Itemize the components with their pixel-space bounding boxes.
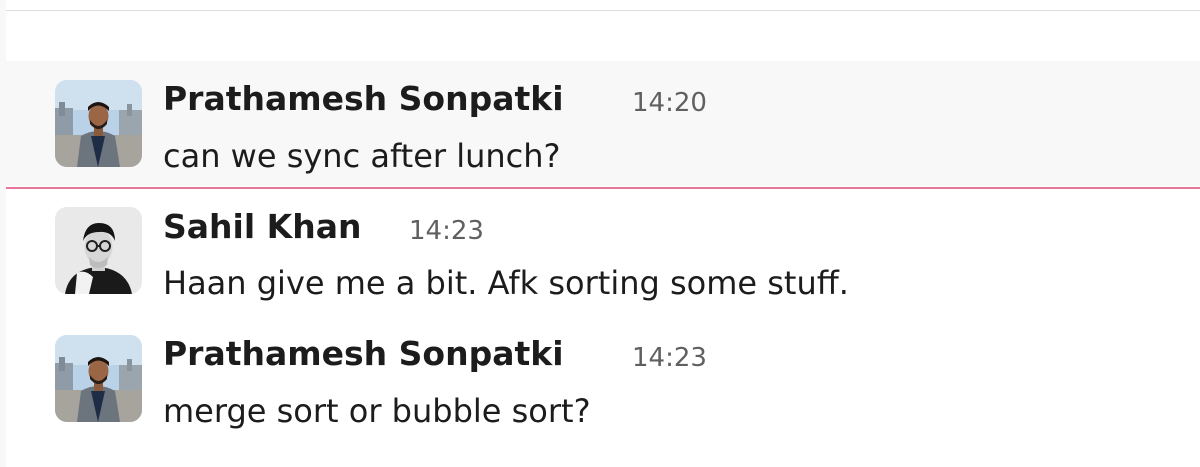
- avatar[interactable]: [55, 207, 142, 294]
- timestamp[interactable]: 14:20: [632, 83, 707, 123]
- message-text: can we sync after lunch?: [163, 137, 561, 175]
- avatar-photo-icon: [55, 80, 142, 167]
- sender-name[interactable]: Prathamesh Sonpatki: [163, 334, 564, 374]
- avatar-photo-icon: [55, 207, 142, 294]
- message-row[interactable]: Prathamesh Sonpatki 14:23 merge sort or …: [6, 316, 1200, 441]
- message-text: Haan give me a bit. Afk sorting some stu…: [163, 264, 849, 302]
- avatar[interactable]: [55, 80, 142, 167]
- message-row[interactable]: Prathamesh Sonpatki 14:20 can we sync af…: [6, 61, 1200, 186]
- message-text: merge sort or bubble sort?: [163, 392, 591, 430]
- message-row[interactable]: Sahil Khan 14:23 Haan give me a bit. Afk…: [6, 189, 1200, 314]
- top-divider: [0, 0, 1200, 11]
- timestamp[interactable]: 14:23: [632, 338, 707, 378]
- timestamp[interactable]: 14:23: [409, 211, 484, 251]
- sender-name[interactable]: Prathamesh Sonpatki: [163, 79, 564, 119]
- sender-name[interactable]: Sahil Khan: [163, 207, 361, 247]
- avatar-photo-icon: [55, 335, 142, 422]
- avatar[interactable]: [55, 335, 142, 422]
